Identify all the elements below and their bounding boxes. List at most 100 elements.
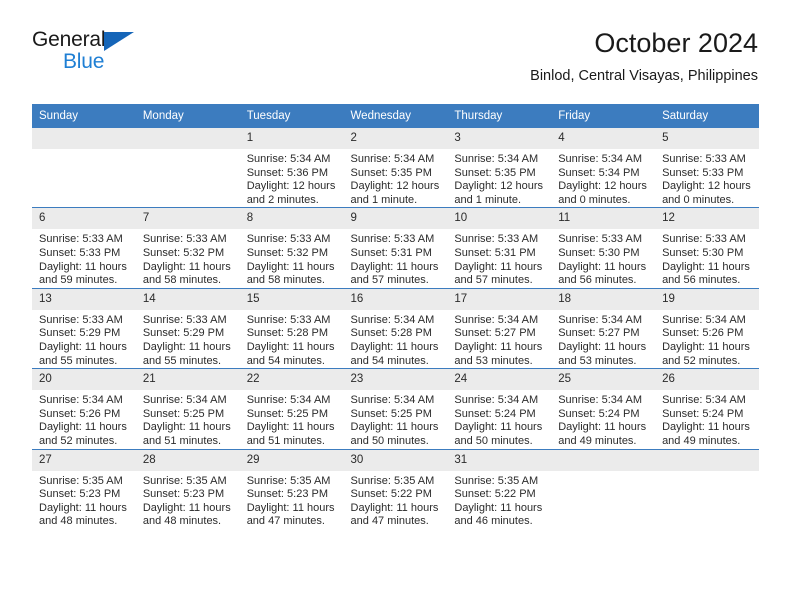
daylight-line-2: and 55 minutes. xyxy=(142,354,222,367)
calendar-day-cell[interactable]: 5 Sunrise: 5:33 AM Sunset: 5:33 PM Dayli… xyxy=(655,126,759,208)
day-details: Sunrise: 5:34 AM Sunset: 5:27 PM Dayligh… xyxy=(551,310,655,368)
calendar-day-cell[interactable]: 7 Sunrise: 5:33 AM Sunset: 5:32 PM Dayli… xyxy=(135,207,240,289)
day-details: Sunrise: 5:35 AM Sunset: 5:22 PM Dayligh… xyxy=(344,471,448,529)
daylight-line-2: and 0 minutes. xyxy=(558,193,631,206)
day-details: Sunrise: 5:34 AM Sunset: 5:25 PM Dayligh… xyxy=(136,390,240,448)
sunrise-line: Sunrise: 5:34 AM xyxy=(454,313,539,326)
day-number: 20 xyxy=(32,369,136,391)
sunrise-line: Sunrise: 5:33 AM xyxy=(454,233,539,246)
day-number: 1 xyxy=(239,128,344,149)
calendar-day-cell[interactable]: 10 Sunrise: 5:33 AM Sunset: 5:31 PM Dayl… xyxy=(447,207,552,289)
calendar-day-cell[interactable]: 25 Sunrise: 5:34 AM Sunset: 5:24 PM Dayl… xyxy=(551,368,656,449)
calendar-day-cell[interactable]: 22 Sunrise: 5:34 AM Sunset: 5:25 PM Dayl… xyxy=(239,368,344,449)
calendar-day-cell[interactable]: 30 Sunrise: 5:35 AM Sunset: 5:22 PM Dayl… xyxy=(343,448,448,529)
calendar-day-cell[interactable]: 13 Sunrise: 5:33 AM Sunset: 5:29 PM Dayl… xyxy=(32,287,136,369)
daylight-line-2: and 57 minutes. xyxy=(350,274,429,287)
daylight-line-2: and 47 minutes. xyxy=(246,515,325,528)
day-details: Sunrise: 5:34 AM Sunset: 5:25 PM Dayligh… xyxy=(240,390,344,448)
day-details: Sunrise: 5:35 AM Sunset: 5:23 PM Dayligh… xyxy=(136,471,240,529)
sunrise-line: Sunrise: 5:34 AM xyxy=(350,153,435,165)
weekday-header-sunday: Sunday xyxy=(32,104,136,128)
sunrise-line: Sunrise: 5:34 AM xyxy=(662,394,746,407)
calendar-day-cell[interactable]: 12 Sunrise: 5:33 AM Sunset: 5:30 PM Dayl… xyxy=(655,207,759,289)
sunrise-line: Sunrise: 5:34 AM xyxy=(558,394,642,407)
daylight-line-2: and 56 minutes. xyxy=(558,274,637,287)
daylight-line-1: Daylight: 11 hours xyxy=(454,260,543,273)
calendar-day-cell[interactable]: 21 Sunrise: 5:34 AM Sunset: 5:25 PM Dayl… xyxy=(135,368,240,449)
general-blue-logo[interactable]: General Blue xyxy=(32,28,150,76)
sunset-line: Sunset: 5:35 PM xyxy=(454,166,536,179)
calendar-day-cell[interactable]: 4 Sunrise: 5:34 AM Sunset: 5:34 PM Dayli… xyxy=(551,126,656,208)
sunrise-line: Sunrise: 5:33 AM xyxy=(662,153,746,165)
calendar-day-cell[interactable]: 2 Sunrise: 5:34 AM Sunset: 5:35 PM Dayli… xyxy=(343,126,448,208)
calendar-day-cell[interactable]: 11 Sunrise: 5:33 AM Sunset: 5:30 PM Dayl… xyxy=(551,207,656,289)
sunrise-line: Sunrise: 5:35 AM xyxy=(142,474,227,487)
sunset-line: Sunset: 5:23 PM xyxy=(246,488,329,501)
daylight-line-1: Daylight: 11 hours xyxy=(454,421,543,434)
daylight-line-1: Daylight: 11 hours xyxy=(246,501,335,514)
calendar-day-cell[interactable]: 17 Sunrise: 5:34 AM Sunset: 5:27 PM Dayl… xyxy=(447,287,552,369)
day-details: Sunrise: 5:35 AM Sunset: 5:23 PM Dayligh… xyxy=(32,471,136,529)
daylight-line-1: Daylight: 11 hours xyxy=(350,501,439,514)
day-number: 4 xyxy=(551,128,656,149)
day-number xyxy=(135,128,240,149)
daylight-line-1: Daylight: 11 hours xyxy=(350,260,439,273)
sunrise-line: Sunrise: 5:33 AM xyxy=(142,313,227,326)
day-number: 8 xyxy=(239,208,344,230)
calendar-day-cell[interactable]: 1 Sunrise: 5:34 AM Sunset: 5:36 PM Dayli… xyxy=(239,126,344,208)
calendar-day-cell[interactable]: 26 Sunrise: 5:34 AM Sunset: 5:24 PM Dayl… xyxy=(655,368,759,449)
sunrise-line: Sunrise: 5:34 AM xyxy=(454,394,539,407)
sunset-line: Sunset: 5:29 PM xyxy=(142,327,225,340)
calendar-day-cell[interactable]: 28 Sunrise: 5:35 AM Sunset: 5:23 PM Dayl… xyxy=(135,448,240,529)
calendar-day-cell[interactable]: 16 Sunrise: 5:34 AM Sunset: 5:28 PM Dayl… xyxy=(343,287,448,369)
day-number: 30 xyxy=(343,449,448,471)
calendar-week-row: 20 Sunrise: 5:34 AM Sunset: 5:26 PM Dayl… xyxy=(32,368,759,449)
calendar-day-cell[interactable]: 19 Sunrise: 5:34 AM Sunset: 5:26 PM Dayl… xyxy=(655,287,759,369)
sunrise-line: Sunrise: 5:34 AM xyxy=(558,313,642,326)
calendar-day-cell[interactable]: 9 Sunrise: 5:33 AM Sunset: 5:31 PM Dayli… xyxy=(343,207,448,289)
calendar-day-cell[interactable]: 14 Sunrise: 5:33 AM Sunset: 5:29 PM Dayl… xyxy=(135,287,240,369)
calendar-day-cell[interactable]: 23 Sunrise: 5:34 AM Sunset: 5:25 PM Dayl… xyxy=(343,368,448,449)
sunset-line: Sunset: 5:26 PM xyxy=(39,407,121,420)
sunset-line: Sunset: 5:27 PM xyxy=(558,327,640,340)
calendar-day-cell[interactable]: 29 Sunrise: 5:35 AM Sunset: 5:23 PM Dayl… xyxy=(239,448,344,529)
sunset-line: Sunset: 5:32 PM xyxy=(246,246,329,259)
sunrise-sunset-calendar: Sunday Monday Tuesday Wednesday Thursday… xyxy=(32,104,759,529)
day-number: 5 xyxy=(655,128,759,149)
sunset-line: Sunset: 5:33 PM xyxy=(662,166,744,179)
day-number: 2 xyxy=(343,128,448,149)
calendar-day-cell[interactable]: 6 Sunrise: 5:33 AM Sunset: 5:33 PM Dayli… xyxy=(32,207,136,289)
calendar-day-cell[interactable]: 24 Sunrise: 5:34 AM Sunset: 5:24 PM Dayl… xyxy=(447,368,552,449)
day-details: Sunrise: 5:33 AM Sunset: 5:30 PM Dayligh… xyxy=(655,229,759,287)
daylight-line-2: and 54 minutes. xyxy=(246,354,325,367)
sunset-line: Sunset: 5:24 PM xyxy=(454,407,536,420)
day-number: 18 xyxy=(551,288,656,310)
page-subtitle: Binlod, Central Visayas, Philippines xyxy=(530,68,758,84)
calendar-day-cell[interactable]: 18 Sunrise: 5:34 AM Sunset: 5:27 PM Dayl… xyxy=(551,287,656,369)
daylight-line-1: Daylight: 12 hours xyxy=(454,180,544,193)
day-number xyxy=(655,449,759,471)
day-details: Sunrise: 5:34 AM Sunset: 5:26 PM Dayligh… xyxy=(32,390,136,448)
sunset-line: Sunset: 5:30 PM xyxy=(662,246,744,259)
calendar-day-cell[interactable]: 15 Sunrise: 5:33 AM Sunset: 5:28 PM Dayl… xyxy=(239,287,344,369)
day-details: Sunrise: 5:35 AM Sunset: 5:22 PM Dayligh… xyxy=(447,471,551,529)
daylight-line-1: Daylight: 11 hours xyxy=(246,340,335,353)
calendar-day-cell xyxy=(32,126,136,208)
daylight-line-1: Daylight: 11 hours xyxy=(454,501,543,514)
calendar-day-cell[interactable]: 31 Sunrise: 5:35 AM Sunset: 5:22 PM Dayl… xyxy=(447,448,552,529)
daylight-line-2: and 49 minutes. xyxy=(662,434,741,447)
day-number: 29 xyxy=(239,449,344,471)
day-number: 3 xyxy=(447,128,552,149)
day-details: Sunrise: 5:33 AM Sunset: 5:33 PM Dayligh… xyxy=(32,229,136,287)
calendar-day-cell[interactable]: 20 Sunrise: 5:34 AM Sunset: 5:26 PM Dayl… xyxy=(32,368,136,449)
day-details: Sunrise: 5:33 AM Sunset: 5:29 PM Dayligh… xyxy=(136,310,240,368)
day-details: Sunrise: 5:34 AM Sunset: 5:24 PM Dayligh… xyxy=(551,390,655,448)
daylight-line-1: Daylight: 11 hours xyxy=(246,421,335,434)
sunrise-line: Sunrise: 5:34 AM xyxy=(662,313,746,326)
daylight-line-1: Daylight: 12 hours xyxy=(558,180,647,193)
calendar-day-cell[interactable]: 27 Sunrise: 5:35 AM Sunset: 5:23 PM Dayl… xyxy=(32,448,136,529)
calendar-day-cell[interactable]: 8 Sunrise: 5:33 AM Sunset: 5:32 PM Dayli… xyxy=(239,207,344,289)
daylight-line-1: Daylight: 11 hours xyxy=(350,340,439,353)
calendar-week-row: 6 Sunrise: 5:33 AM Sunset: 5:33 PM Dayli… xyxy=(32,207,759,289)
calendar-day-cell[interactable]: 3 Sunrise: 5:34 AM Sunset: 5:35 PM Dayli… xyxy=(447,126,552,208)
